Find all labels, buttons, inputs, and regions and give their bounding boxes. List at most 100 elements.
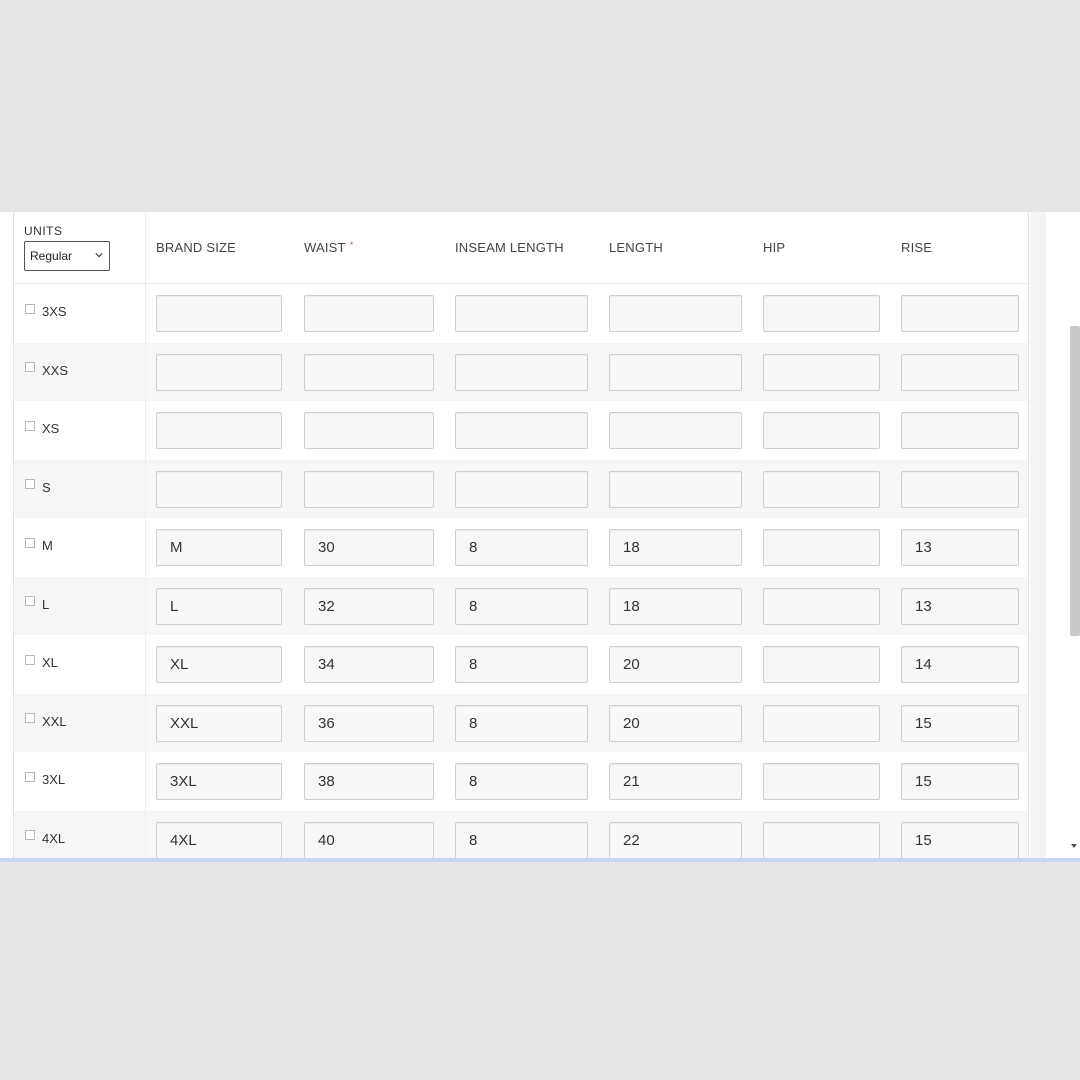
brand-size-input[interactable]: XXL bbox=[156, 705, 282, 742]
table-row: 4XL 4XL 40 8 22 15 bbox=[14, 811, 1029, 861]
units-select[interactable]: Regular bbox=[24, 241, 110, 271]
units-select-value: Regular bbox=[30, 249, 72, 263]
waist-input[interactable]: 32 bbox=[304, 588, 434, 625]
hip-input[interactable] bbox=[763, 822, 880, 859]
brand-size-input[interactable] bbox=[156, 354, 282, 391]
size-cell: XXL bbox=[25, 714, 67, 729]
rise-input[interactable]: 15 bbox=[901, 763, 1019, 800]
size-checkbox[interactable] bbox=[25, 479, 35, 489]
length-input[interactable]: 18 bbox=[609, 529, 742, 566]
waist-input[interactable] bbox=[304, 412, 434, 449]
length-input[interactable] bbox=[609, 295, 742, 332]
inseam-length-input[interactable]: 8 bbox=[455, 646, 588, 683]
hip-input[interactable] bbox=[763, 412, 880, 449]
length-input[interactable]: 18 bbox=[609, 588, 742, 625]
waist-input[interactable] bbox=[304, 295, 434, 332]
rise-input[interactable]: 15 bbox=[901, 705, 1019, 742]
length-input[interactable]: 21 bbox=[609, 763, 742, 800]
brand-size-input[interactable]: L bbox=[156, 588, 282, 625]
waist-input[interactable] bbox=[304, 354, 434, 391]
size-cell: 3XS bbox=[25, 304, 67, 319]
table-row: L L 32 8 18 13 bbox=[14, 577, 1029, 635]
hip-input[interactable] bbox=[763, 588, 880, 625]
size-cell: XXS bbox=[25, 363, 68, 378]
waist-input[interactable]: 38 bbox=[304, 763, 434, 800]
waist-input[interactable]: 34 bbox=[304, 646, 434, 683]
length-input[interactable]: 20 bbox=[609, 646, 742, 683]
length-input[interactable]: 20 bbox=[609, 705, 742, 742]
brand-size-input[interactable]: M bbox=[156, 529, 282, 566]
rise-input[interactable]: 15 bbox=[901, 822, 1019, 859]
rise-input[interactable]: 13 bbox=[901, 588, 1019, 625]
brand-size-input[interactable]: XL bbox=[156, 646, 282, 683]
rise-input[interactable] bbox=[901, 471, 1019, 508]
column-divider bbox=[145, 212, 146, 860]
column-header-inseam-length: INSEAM LENGTH bbox=[455, 240, 564, 255]
size-label: 3XS bbox=[42, 304, 67, 319]
size-checkbox[interactable] bbox=[25, 596, 35, 606]
size-checkbox[interactable] bbox=[25, 655, 35, 665]
size-cell: L bbox=[25, 597, 49, 612]
brand-size-input[interactable]: 4XL bbox=[156, 822, 282, 859]
inseam-length-input[interactable]: 8 bbox=[455, 529, 588, 566]
hip-input[interactable] bbox=[763, 763, 880, 800]
length-input[interactable] bbox=[609, 471, 742, 508]
table-row: XXL XXL 36 8 20 15 bbox=[14, 694, 1029, 752]
hip-input[interactable] bbox=[763, 471, 880, 508]
size-cell: XS bbox=[25, 421, 59, 436]
inseam-length-input[interactable]: 8 bbox=[455, 588, 588, 625]
brand-size-input[interactable] bbox=[156, 295, 282, 332]
size-checkbox[interactable] bbox=[25, 538, 35, 548]
length-input[interactable] bbox=[609, 354, 742, 391]
rise-input[interactable]: 13 bbox=[901, 529, 1019, 566]
length-input[interactable]: 22 bbox=[609, 822, 742, 859]
rise-input[interactable] bbox=[901, 412, 1019, 449]
inseam-length-input[interactable] bbox=[455, 354, 588, 391]
inseam-length-input[interactable]: 8 bbox=[455, 822, 588, 859]
scrollbar-thumb[interactable] bbox=[1070, 326, 1080, 636]
length-input[interactable] bbox=[609, 412, 742, 449]
brand-size-input[interactable] bbox=[156, 471, 282, 508]
size-label: S bbox=[42, 480, 51, 495]
rise-input[interactable]: 14 bbox=[901, 646, 1019, 683]
hip-input[interactable] bbox=[763, 354, 880, 391]
size-checkbox[interactable] bbox=[25, 304, 35, 314]
inseam-length-input[interactable]: 8 bbox=[455, 763, 588, 800]
brand-size-input[interactable] bbox=[156, 412, 282, 449]
size-cell: 4XL bbox=[25, 831, 65, 846]
required-marker: * bbox=[350, 240, 354, 250]
rise-input[interactable] bbox=[901, 354, 1019, 391]
size-cell: S bbox=[25, 480, 51, 495]
right-gutter bbox=[1030, 212, 1046, 860]
hip-input[interactable] bbox=[763, 295, 880, 332]
table-row: XS bbox=[14, 401, 1029, 459]
waist-input[interactable] bbox=[304, 471, 434, 508]
inseam-length-input[interactable]: 8 bbox=[455, 705, 588, 742]
size-checkbox[interactable] bbox=[25, 830, 35, 840]
waist-input[interactable]: 40 bbox=[304, 822, 434, 859]
chevron-down-icon bbox=[95, 251, 103, 259]
size-label: 3XL bbox=[42, 772, 65, 787]
brand-size-input[interactable]: 3XL bbox=[156, 763, 282, 800]
waist-input[interactable]: 30 bbox=[304, 529, 434, 566]
size-checkbox[interactable] bbox=[25, 362, 35, 372]
column-header-waist-label: WAIST bbox=[304, 240, 346, 255]
size-label: 4XL bbox=[42, 831, 65, 846]
rise-input[interactable] bbox=[901, 295, 1019, 332]
table-row: S bbox=[14, 460, 1029, 518]
hip-input[interactable] bbox=[763, 529, 880, 566]
triangle-down-icon[interactable] bbox=[1071, 844, 1077, 848]
column-header-brand-size: BRAND SIZE bbox=[156, 240, 236, 255]
hip-input[interactable] bbox=[763, 646, 880, 683]
inseam-length-input[interactable] bbox=[455, 295, 588, 332]
inseam-length-input[interactable] bbox=[455, 412, 588, 449]
table-row: 3XL 3XL 38 8 21 15 bbox=[14, 752, 1029, 810]
size-cell: M bbox=[25, 538, 53, 553]
size-checkbox[interactable] bbox=[25, 772, 35, 782]
size-checkbox[interactable] bbox=[25, 421, 35, 431]
hip-input[interactable] bbox=[763, 705, 880, 742]
waist-input[interactable]: 36 bbox=[304, 705, 434, 742]
size-checkbox[interactable] bbox=[25, 713, 35, 723]
inseam-length-input[interactable] bbox=[455, 471, 588, 508]
size-label: L bbox=[42, 597, 49, 612]
